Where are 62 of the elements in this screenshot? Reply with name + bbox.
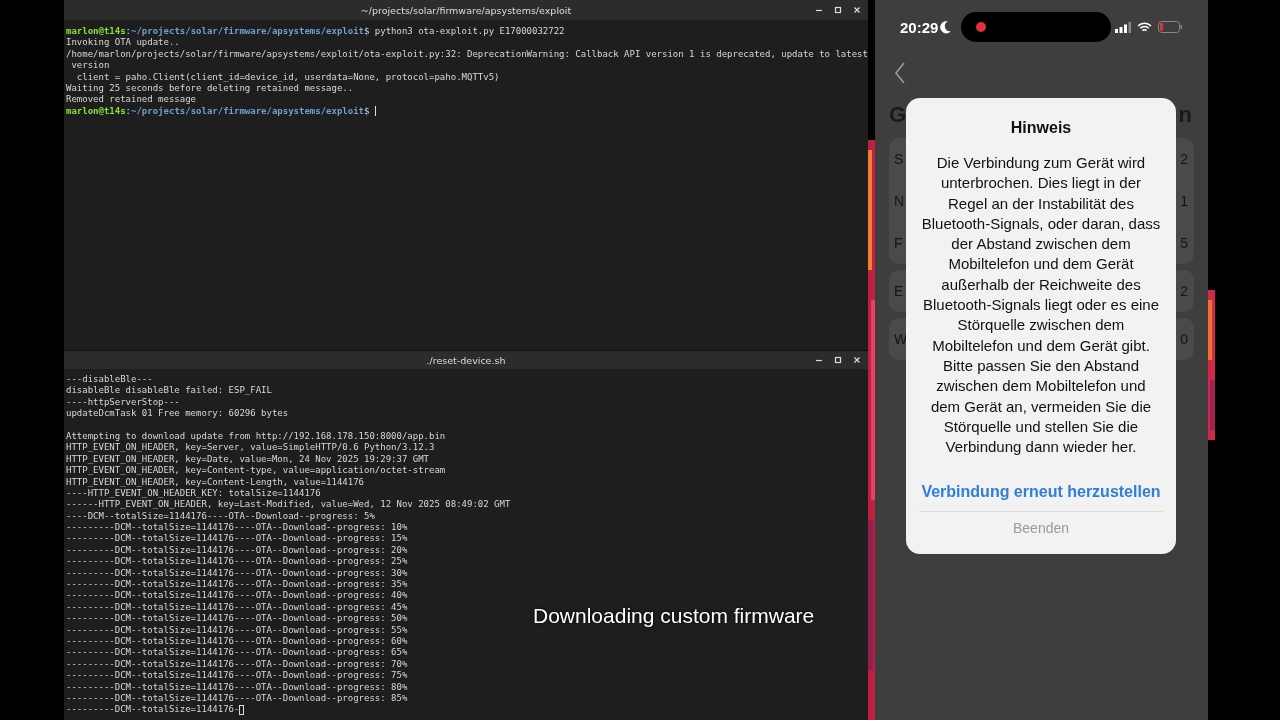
output-line: ---------DCM--totalSize=1144176----OTA--Download--progress: 35%: [66, 579, 408, 591]
maximize-icon[interactable]: [833, 355, 843, 365]
output-line: HTTP_EVENT_ON_HEADER, key=Content-Length, value=1144176: [66, 476, 364, 488]
output-line: ----HTTP_EVENT_ON_HEADER_KEY: totalSize=1144176: [66, 487, 321, 500]
dialog-message: Die Verbindung zum Gerät wird unterbrochen. Dies liegt in der Regel an der Instabilität des Bluetooth-Signals, oder daran, dass der Abstand zwischen dem Mobiltelefon und dem Gerät außerhalb der Reichweite des Bluetooth-Signals liegt oder es eine Störquelle zwischen dem Mobiltelefon und dem Gerät gibt. Bitte passen Sie den Abstand zwischen dem Mobiltelefon und dem Gerät an, vermeiden Sie die Störquelle und stellen Sie die Verbindung dann wieder her.: [920, 153, 1162, 458]
output-line: Attempting to download update from http://192.168.178.150:8000/app.bin: [66, 430, 446, 443]
output-line: HTTP_EVENT_ON_HEADER, key=Content-type, value=application/octet-stream: [66, 465, 446, 477]
video-caption: Downloading custom firmware: [533, 604, 815, 628]
output-line: ---------DCM--totalSize=1144176-: [66, 704, 240, 716]
maximize-icon[interactable]: [833, 5, 843, 15]
output-line: ---------DCM--totalSize=1144176----OTA--Download--progress: 25%: [66, 556, 408, 568]
output-line: client = paho.Client(client_id=device_id, userdata=None, protocol=paho.MQTTv5): [75, 71, 500, 83]
output-line: ------HTTP_EVENT_ON_HEADER, key=Last-Modified, value=Wed, 12 Nov 2025 08:49:02 GMT: [66, 499, 511, 511]
output-line: HTTP_EVENT_ON_HEADER, key=Server, value=SimpleHTTP/0.6 Python/3.12.3: [66, 442, 435, 454]
output-line: ---------DCM--totalSize=1144176----OTA--Download--progress: 20%: [66, 544, 408, 557]
output-line: Waiting 25 seconds before deleting retained message..: [66, 82, 354, 95]
close-icon[interactable]: [852, 355, 862, 365]
output-line: ---disableBle---: [66, 374, 153, 386]
clock-time: 20:29: [900, 18, 939, 36]
battery-icon: [1158, 21, 1182, 33]
dialog-title: Hinweis: [1010, 119, 1072, 137]
output-line: Invoking OTA update..: [66, 37, 180, 49]
output-line: ---------DCM--totalSize=1144176----OTA--Download--progress: 85%: [66, 692, 408, 705]
output-line: Removed retained message: [66, 94, 197, 106]
prompt-user: marlon@t14s: [66, 26, 126, 38]
output-line: ---------DCM--totalSize=1144176----OTA--Download--progress: 80%: [66, 681, 408, 693]
output-line: ---------DCM--totalSize=1144176----OTA--Download--progress: 10%: [66, 522, 408, 534]
prompt-sign: $: [364, 26, 370, 38]
output-line: ---------DCM--totalSize=1144176----OTA--Download--progress: 65%: [66, 647, 408, 659]
prompt-separator: :: [125, 105, 132, 118]
prompt-sign: $: [364, 105, 370, 118]
back-icon[interactable]: [894, 62, 906, 84]
command-text: python3 ota-exploit.py E17000032722: [374, 26, 565, 38]
output-line: ---------DCM--totalSize=1144176----OTA--Download--progress: 15%: [66, 533, 408, 545]
prompt-separator: :: [125, 26, 132, 38]
reconnect-button[interactable]: Verbindung erneut herzustellen: [917, 481, 1165, 504]
output-line: updateDcmTask 01 Free memory: 60296 bytes: [66, 408, 289, 420]
output-line: ----httpServerStop---: [66, 396, 180, 409]
output-line: /home/marlon/projects/solar/firmware/apsystems/exploit/ota-exploit.py:32: DeprecationWarning: Callback API version 1 is deprecated, update to latest: [66, 48, 868, 61]
output-line: ---------DCM--totalSize=1144176----OTA--Download--progress: 70%: [66, 658, 408, 671]
output-line: version: [70, 60, 110, 72]
close-icon[interactable]: [852, 5, 862, 15]
quit-button[interactable]: Beenden: [1008, 518, 1074, 539]
prompt-user: marlon@t14s: [66, 105, 126, 118]
output-line: ---------DCM--totalSize=1144176----OTA--Download--progress: 75%: [66, 670, 408, 682]
output-line: ---------DCM--totalSize=1144176----OTA--Download--progress: 30%: [66, 567, 408, 580]
output-line: disableBle disableBle failed: ESP_FAIL: [66, 385, 272, 397]
output-line: ---------DCM--totalSize=1144176----OTA--Download--progress: 45%: [66, 601, 408, 614]
window-title: ~/projects/solar/firmware/apsystems/exploit: [360, 4, 572, 16]
signal-icon: [1115, 21, 1131, 33]
output-line: ---------DCM--totalSize=1144176----OTA--Download--progress: 55%: [66, 624, 408, 636]
output-line: HTTP_EVENT_ON_HEADER, key=Date, value=Mon, 24 Nov 2025 19:29:37 GMT: [66, 453, 430, 466]
recording-indicator-icon: [960, 12, 1111, 42]
window-title: ./reset-device.sh: [426, 354, 506, 366]
output-line: ---------DCM--totalSize=1144176----OTA--Download--progress: 40%: [66, 590, 408, 602]
output-line: ---------DCM--totalSize=1144176----OTA--Download--progress: 50%: [66, 613, 408, 625]
wifi-icon: [1137, 21, 1152, 33]
prompt-path: ~/projects/solar/firmware/apsystems/exploit: [131, 26, 365, 38]
output-line: ----DCM--totalSize=1144176----OTA--Download--progress: 5%: [66, 510, 375, 523]
moon-icon: [940, 20, 953, 34]
output-line: ---------DCM--totalSize=1144176----OTA--Download--progress: 60%: [66, 636, 408, 648]
prompt-path: ~/projects/solar/firmware/apsystems/exploit: [131, 105, 365, 118]
